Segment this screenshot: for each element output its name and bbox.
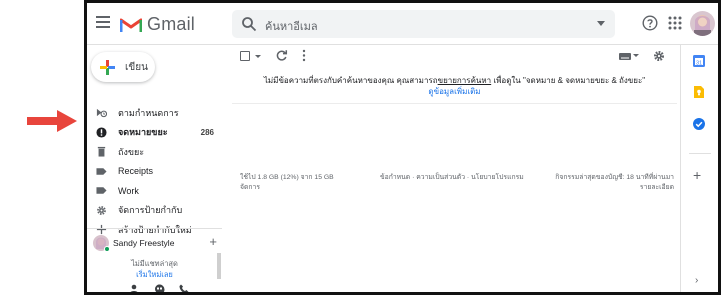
manage-storage-link[interactable]: จัดการ <box>240 183 334 193</box>
label-icon <box>96 187 107 194</box>
sidebar-divider <box>87 228 222 229</box>
main-content: ไม่มีข้อความที่ตรงกับคำค้นหาของคุณ คุณสา… <box>232 45 677 292</box>
sidebar-item-label: จัดการป้ายกำกับ <box>118 205 183 216</box>
no-recent-chats: ไม่มีแชทล่าสุด เริ่มใหม่เลย <box>87 258 222 280</box>
page-footer: ใช้ไป 1.8 GB (12%) จาก 15 GB จัดการ ข้อก… <box>232 173 677 199</box>
learn-more-link[interactable]: ดูข้อมูลเพิ่มเติม <box>232 86 677 97</box>
scheduled-icon <box>96 109 107 118</box>
avatar[interactable] <box>690 11 715 36</box>
compose-button[interactable]: เขียน <box>91 52 155 82</box>
svg-text:31: 31 <box>696 60 702 66</box>
phone-icon[interactable] <box>179 284 189 292</box>
select-dropdown-caret-icon[interactable] <box>255 55 261 58</box>
add-addon-icon[interactable]: + <box>693 168 701 182</box>
sidebar-item-manage-labels[interactable]: จัดการป้ายกำกับ <box>87 201 222 221</box>
sidebar-item-trash[interactable]: ถังขยะ <box>87 142 222 162</box>
hangouts-chat-icon[interactable] <box>154 284 165 293</box>
side-panel: 31 + › <box>680 45 718 292</box>
screenshot-stage: Gmail ค้นหาอีเมล เขียน ตามกำหนดการ จดหมา… <box>0 0 721 295</box>
sidebar-item-label: จดหมายขยะ <box>118 127 168 138</box>
sidebar: เขียน ตามกำหนดการ จดหมายขยะ 286 ถังขยะ R… <box>87 45 222 292</box>
message-divider <box>232 103 677 104</box>
sidebar-scrollbar[interactable] <box>217 253 221 279</box>
menu-icon[interactable] <box>96 16 110 28</box>
input-tools-caret-icon[interactable] <box>633 54 639 57</box>
sidebar-item-label: ตามกำหนดการ <box>118 107 179 118</box>
search-icon[interactable] <box>241 16 257 32</box>
storage-usage: ใช้ไป 1.8 GB (12%) จาก 15 GB <box>240 174 334 181</box>
compose-label: เขียน <box>125 61 148 73</box>
sidebar-item-partial[interactable] <box>87 95 222 103</box>
gmail-m-icon <box>120 18 142 32</box>
keyboard-input-icon[interactable] <box>619 53 631 60</box>
search-options-caret-icon[interactable] <box>597 21 605 26</box>
help-icon[interactable] <box>642 15 658 31</box>
activity-details-link[interactable]: รายละเอียด <box>555 183 674 193</box>
side-panel-divider <box>689 153 711 154</box>
search-input[interactable]: ค้นหาอีเมล <box>265 17 318 35</box>
gmail-wordmark: Gmail <box>147 14 196 34</box>
settings-gear-icon[interactable] <box>653 50 665 62</box>
nav-list: ตามกำหนดการ จดหมายขยะ 286 ถังขยะ Receipt… <box>87 95 222 240</box>
sidebar-item-label: Work <box>118 185 139 196</box>
no-results-text-b: เพื่อดูใน "จดหมาย & จดหมายขยะ & ถังขยะ" <box>491 76 646 85</box>
hangouts-user[interactable]: Sandy Freestyle + <box>93 233 222 253</box>
no-results-text-a: ไม่มีข้อความที่ตรงกับคำค้นหาของคุณ คุณสา… <box>263 76 438 85</box>
sidebar-item-work[interactable]: Work <box>87 181 222 201</box>
top-bar: Gmail ค้นหาอีเมล <box>87 3 718 45</box>
search-bar[interactable]: ค้นหาอีเมล <box>232 10 615 38</box>
last-activity-text: กิจกรรมล่าสุดของบัญชี: 18 นาทีที่ผ่านมา <box>555 174 674 181</box>
spam-icon <box>96 127 107 138</box>
select-all-checkbox[interactable] <box>240 51 250 61</box>
label-icon <box>96 168 107 175</box>
hangouts-user-name: Sandy Freestyle <box>113 238 175 248</box>
partial-icon <box>96 95 107 103</box>
trash-icon <box>97 147 106 157</box>
compose-plus-icon <box>100 59 115 75</box>
expand-search-link[interactable]: ขยายการค้นหา <box>438 76 492 85</box>
keep-icon[interactable] <box>693 86 705 98</box>
sidebar-item-scheduled[interactable]: ตามกำหนดการ <box>87 103 222 123</box>
spam-count-badge: 286 <box>200 127 214 137</box>
start-new-chat-link[interactable]: เริ่มใหม่เลย <box>87 269 222 280</box>
refresh-icon[interactable] <box>275 49 288 62</box>
sidebar-item-spam[interactable]: จดหมายขยะ 286 <box>87 123 222 143</box>
storage-info: ใช้ไป 1.8 GB (12%) จาก 15 GB จัดการ <box>240 173 334 193</box>
no-results-message: ไม่มีข้อความที่ตรงกับคำค้นหาของคุณ คุณสา… <box>232 75 677 97</box>
no-results-line-1: ไม่มีข้อความที่ตรงกับคำค้นหาของคุณ คุณสา… <box>232 75 677 86</box>
sidebar-item-label: ถังขยะ <box>118 146 145 157</box>
sidebar-item-receipts[interactable]: Receipts <box>87 162 222 182</box>
person-icon[interactable] <box>129 284 139 292</box>
terms-links[interactable]: ข้อกำหนด · ความเป็นส่วนตัว · นโยบายโปรแก… <box>380 173 524 183</box>
more-options-icon[interactable] <box>302 49 306 62</box>
sidebar-item-label: Receipts <box>118 166 154 177</box>
red-arrow-annotation-icon <box>27 110 77 132</box>
gear-icon <box>97 205 106 215</box>
mail-toolbar <box>232 45 677 69</box>
no-chats-text: ไม่มีแชทล่าสุด <box>131 259 178 268</box>
online-status-dot <box>104 246 110 252</box>
gmail-logo[interactable]: Gmail <box>120 14 195 35</box>
hangouts-toolbar <box>129 282 189 292</box>
calendar-icon[interactable]: 31 <box>693 55 705 67</box>
tasks-icon[interactable] <box>693 118 705 130</box>
hangouts-avatar[interactable] <box>93 235 110 252</box>
add-chat-icon[interactable]: + <box>209 234 217 249</box>
gmail-window: Gmail ค้นหาอีเมล เขียน ตามกำหนดการ จดหมา… <box>84 0 721 295</box>
apps-icon[interactable] <box>668 16 682 30</box>
account-activity: กิจกรรมล่าสุดของบัญชี: 18 นาทีที่ผ่านมา … <box>555 173 674 193</box>
expand-chevron-icon[interactable]: › <box>695 275 698 286</box>
